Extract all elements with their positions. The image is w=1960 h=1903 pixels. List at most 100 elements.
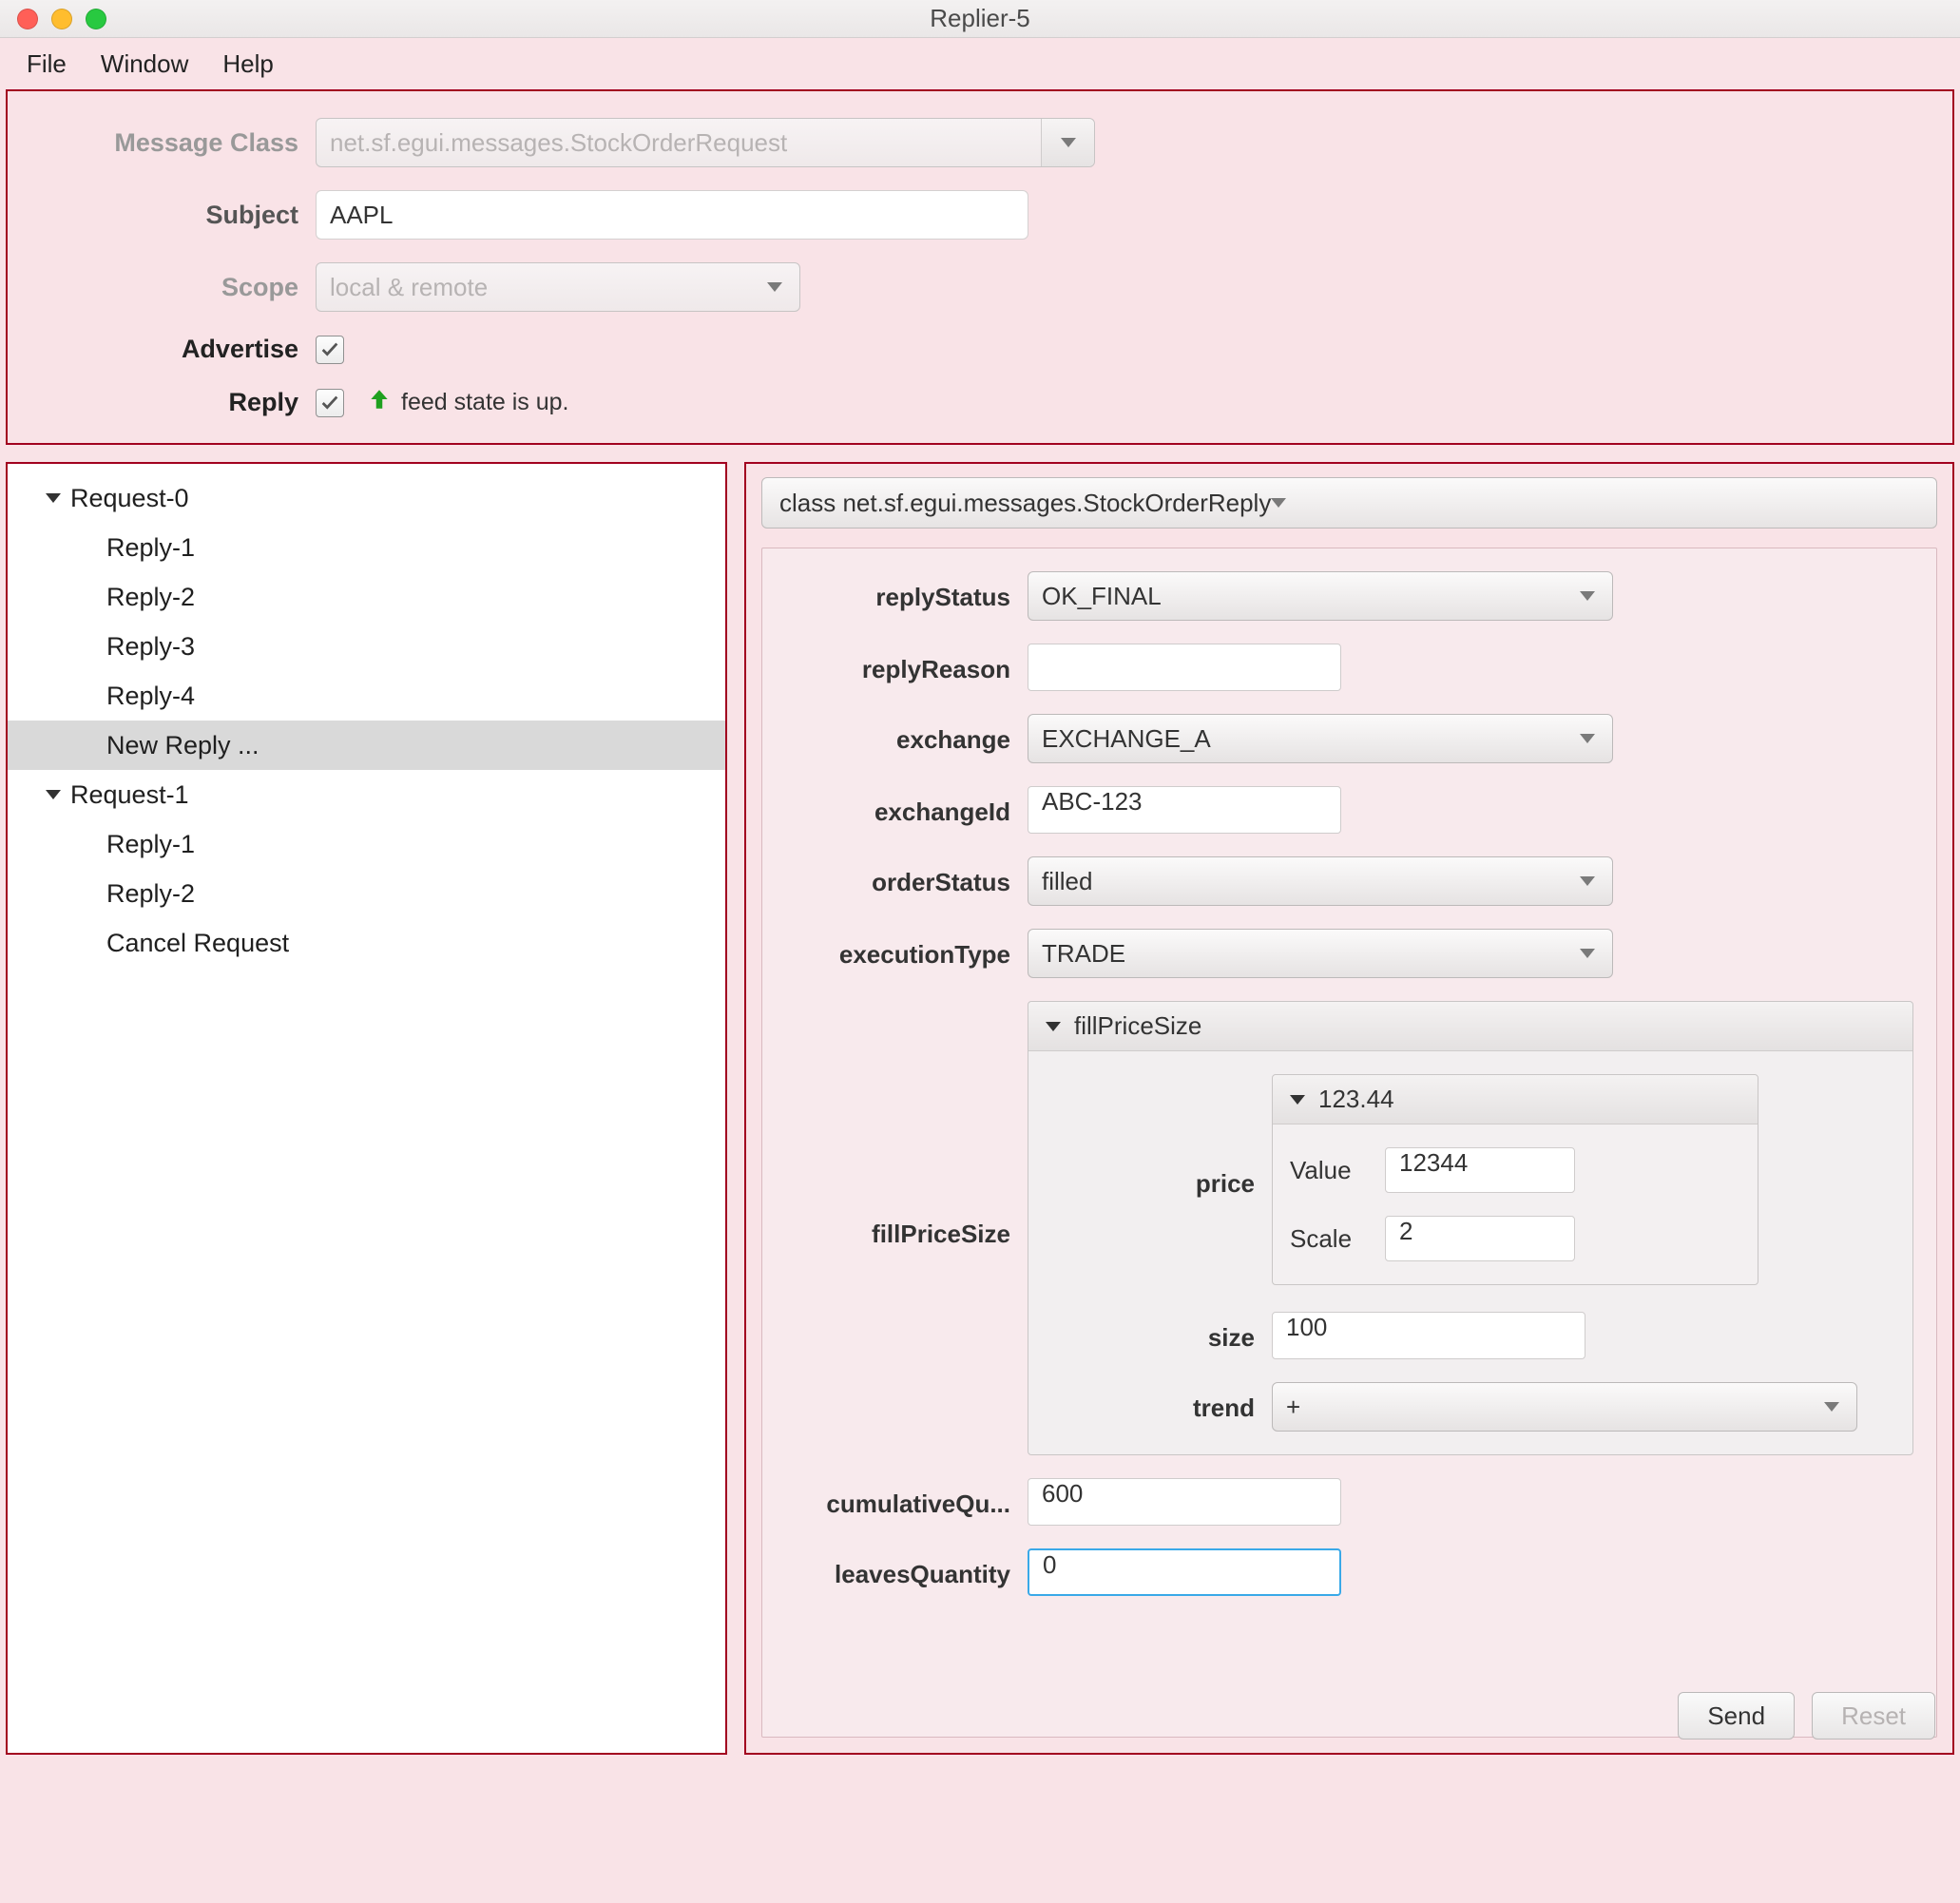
zoom-window-button[interactable] [86,9,106,29]
dropdown-icon [1568,715,1606,762]
label-price: price [1034,1074,1272,1285]
dropdown-icon [1271,498,1313,508]
tree-node-request[interactable]: Request-1 [8,770,725,819]
tree-node-request[interactable]: Request-0 [8,473,725,523]
label-exchange: exchange [766,714,1028,755]
label-price-value: Value [1290,1156,1385,1185]
tree-node-reply[interactable]: Reply-2 [8,869,725,918]
price-value-input[interactable]: 12344 [1385,1147,1575,1193]
reply-status-select[interactable]: OK_FINAL [1028,571,1613,621]
reply-status-value: OK_FINAL [1042,582,1162,611]
reply-form-body: replyStatus OK_FINAL replyReason exchang… [761,548,1937,1738]
price-scale-input[interactable]: 2 [1385,1216,1575,1261]
label-reply: Reply [30,388,316,417]
message-class-select[interactable]: net.sf.egui.messages.StockOrderRequest [316,118,1095,167]
tree-node-label: New Reply ... [106,731,259,760]
label-reply-reason: replyReason [766,644,1028,684]
reset-button[interactable]: Reset [1812,1692,1935,1740]
tree-node-reply[interactable]: Reply-1 [8,819,725,869]
tree-node-label: Reply-3 [106,632,195,662]
exchange-id-input[interactable]: ABC-123 [1028,786,1341,834]
label-fill-price-size: fillPriceSize [766,1001,1028,1455]
fill-price-size-title: fillPriceSize [1074,1011,1201,1041]
tree-node-reply[interactable]: New Reply ... [8,721,725,770]
trend-value: + [1286,1393,1300,1422]
label-execution-type: executionType [766,929,1028,970]
menu-file[interactable]: File [27,49,67,79]
scope-value: local & remote [330,273,488,302]
tree-node-reply[interactable]: Reply-4 [8,671,725,721]
label-reply-status: replyStatus [766,571,1028,612]
config-panel: Message Class net.sf.egui.messages.Stock… [6,89,1954,445]
reply-class-select[interactable]: class net.sf.egui.messages.StockOrderRep… [761,477,1937,529]
scope-select[interactable]: local & remote [316,262,800,312]
dropdown-icon [1568,930,1606,977]
tree-node-label: Reply-4 [106,682,195,711]
menu-window[interactable]: Window [101,49,188,79]
label-leaves-quantity: leavesQuantity [766,1548,1028,1589]
minimize-window-button[interactable] [51,9,72,29]
size-value: 100 [1286,1313,1327,1341]
dropdown-icon [1568,857,1606,905]
fill-price-size-header[interactable]: fillPriceSize [1028,1002,1912,1051]
tree-node-label: Reply-2 [106,879,195,909]
exchange-value: EXCHANGE_A [1042,724,1211,754]
price-scale-value: 2 [1399,1217,1412,1245]
label-scope: Scope [30,273,316,302]
advertise-checkbox[interactable] [316,336,344,364]
size-input[interactable]: 100 [1272,1312,1585,1359]
label-cumulative-quantity: cumulativeQu... [766,1478,1028,1519]
form-footer: Send Reset [1678,1692,1935,1740]
order-status-select[interactable]: filled [1028,856,1613,906]
menubar: File Window Help [0,38,1960,89]
fill-price-size-group: fillPriceSize price 123.44 [1028,1001,1913,1455]
subject-value: AAPL [330,201,394,230]
execution-type-value: TRADE [1042,939,1125,969]
price-value-value: 12344 [1399,1148,1468,1177]
tree-node-reply[interactable]: Reply-2 [8,572,725,622]
reply-reason-input[interactable] [1028,644,1341,691]
arrow-up-icon [367,387,392,418]
trend-select[interactable]: + [1272,1382,1857,1432]
titlebar: Replier-5 [0,0,1960,38]
tree-node-reply[interactable]: Reply-1 [8,523,725,572]
disclosure-down-icon [1290,1095,1305,1105]
price-group: 123.44 Value 12344 [1272,1074,1758,1285]
execution-type-select[interactable]: TRADE [1028,929,1613,978]
price-header[interactable]: 123.44 [1273,1075,1758,1124]
dropdown-icon [1041,119,1094,166]
dropdown-icon [1568,572,1606,620]
tree-node-reply[interactable]: Reply-3 [8,622,725,671]
exchange-select[interactable]: EXCHANGE_A [1028,714,1613,763]
check-icon [319,339,340,360]
send-button[interactable]: Send [1678,1692,1795,1740]
label-trend: trend [1034,1382,1272,1423]
cumulative-quantity-value: 600 [1042,1479,1083,1508]
label-message-class: Message Class [30,128,316,158]
reply-class-value: class net.sf.egui.messages.StockOrderRep… [779,489,1271,518]
label-exchange-id: exchangeId [766,786,1028,827]
order-status-value: filled [1042,867,1092,896]
menu-help[interactable]: Help [222,49,273,79]
lower-split: Request-0 Reply-1 Reply-2 Reply-3 Reply-4 New… [6,462,1954,1755]
window-title: Replier-5 [0,4,1960,33]
label-subject: Subject [30,201,316,230]
price-title: 123.44 [1318,1085,1394,1114]
tree-node-label: Cancel Request [106,929,289,958]
dropdown-icon [756,263,794,311]
request-tree: Request-0 Reply-1 Reply-2 Reply-3 Reply-4 New… [6,462,727,1755]
tree-node-label: Reply-1 [106,533,195,563]
exchange-id-value: ABC-123 [1042,787,1143,816]
label-advertise: Advertise [30,335,316,364]
disclosure-down-icon [46,493,61,503]
subject-input[interactable]: AAPL [316,190,1028,240]
tree-node-label: Reply-1 [106,830,195,859]
reply-checkbox[interactable] [316,389,344,417]
leaves-quantity-input[interactable]: 0 [1028,1548,1341,1596]
cumulative-quantity-input[interactable]: 600 [1028,1478,1341,1526]
label-price-scale: Scale [1290,1224,1385,1254]
check-icon [319,393,340,413]
tree-node-reply[interactable]: Cancel Request [8,918,725,968]
close-window-button[interactable] [17,9,38,29]
feed-state: feed state is up. [367,387,569,418]
